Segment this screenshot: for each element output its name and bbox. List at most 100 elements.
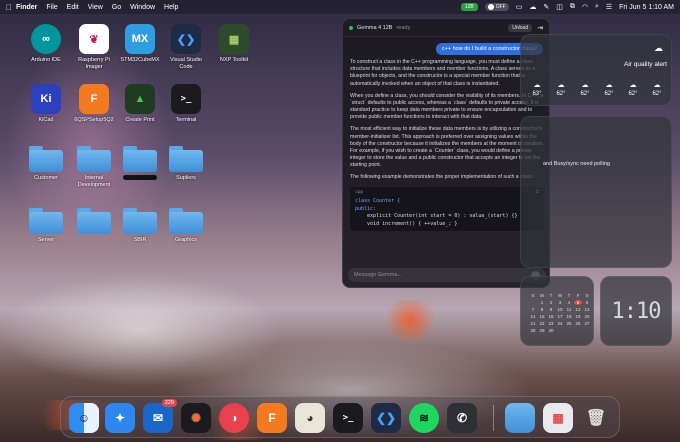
calendar-day[interactable]: 30 xyxy=(547,328,555,333)
folder-icon xyxy=(77,208,111,234)
menu-view[interactable]: View xyxy=(88,4,103,11)
dock-perplexity[interactable]: ✺ xyxy=(181,403,211,433)
desktop-icon-arduino[interactable]: ∞ Arduino IDE xyxy=(24,24,68,64)
calendar-day[interactable]: 1 xyxy=(538,300,546,305)
calendar-day[interactable] xyxy=(556,328,564,333)
menu-help[interactable]: Help xyxy=(164,4,178,11)
dock-phone[interactable]: ✆ xyxy=(447,403,477,433)
folder-graphics[interactable]: Graphics xyxy=(164,208,208,244)
display-icon[interactable]: ⧉ xyxy=(570,3,575,11)
calendar-day[interactable]: 20 xyxy=(583,314,591,319)
calendar-day[interactable]: 4 xyxy=(565,300,573,305)
dock-spotify[interactable]: ≋ xyxy=(409,403,439,433)
status-dot xyxy=(349,25,353,30)
menu-window[interactable]: Window xyxy=(130,4,155,11)
calendar-day[interactable]: 11 xyxy=(565,307,573,312)
dock-vscode[interactable]: ❮❯ xyxy=(371,403,401,433)
cloud-icon[interactable]: ☁ xyxy=(529,3,536,11)
calendar-day[interactable]: 17 xyxy=(556,314,564,319)
desktop-icon-raspberry[interactable]: ❦ Raspberry Pi Imager xyxy=(72,24,116,70)
calendar-day[interactable]: 21 xyxy=(529,321,537,326)
model-name[interactable]: Gemma 4 12B xyxy=(357,25,392,31)
calendar-day[interactable]: 10 xyxy=(556,307,564,312)
calendar-day[interactable]: 19 xyxy=(574,314,582,319)
calendar-day[interactable]: 16 xyxy=(547,314,555,319)
calendar-day[interactable]: 26 xyxy=(574,321,582,326)
calendar-day[interactable]: 2 xyxy=(547,300,555,305)
folder-redacted-2[interactable] xyxy=(72,208,116,237)
menu-go[interactable]: Go xyxy=(112,4,121,11)
folder-customer[interactable]: Customer xyxy=(24,146,68,182)
calendar-day[interactable] xyxy=(574,328,582,333)
dock-terminal[interactable]: >_ xyxy=(333,403,363,433)
dock-trash[interactable]: 🗑 xyxy=(581,403,611,433)
search-icon[interactable]: ⌕ xyxy=(595,3,599,11)
reminders-widget[interactable]: and Busy/sync need polling xyxy=(520,116,672,268)
desktop-icon-fusion-setup[interactable]: F 6QSPSetup5Q2 xyxy=(72,84,116,124)
calendar-day[interactable]: 29 xyxy=(538,328,546,333)
folder-sbir[interactable]: SBIR xyxy=(118,208,162,244)
wifi-icon[interactable]: ◠ xyxy=(582,3,588,11)
code-line: void increment() { ++value_; } xyxy=(355,220,458,227)
weather-widget[interactable]: ☁ Air quality alert ☁ 63° ☁ 62° ☁ 62° ☁ 62° … xyxy=(520,34,672,106)
calendar-day[interactable]: 15 xyxy=(538,314,546,319)
model-size-badge[interactable]: 12B xyxy=(460,3,478,11)
calendar-day[interactable]: 27 xyxy=(583,321,591,326)
calendar-day[interactable]: 18 xyxy=(565,314,573,319)
dock-folder[interactable] xyxy=(505,403,535,433)
dock-pixelmator[interactable]: ◑ xyxy=(219,403,249,433)
exit-icon[interactable]: ⇥ xyxy=(537,24,543,32)
menu-app-finder[interactable]: Finder xyxy=(16,4,37,11)
window-icon[interactable]: ◫ xyxy=(556,3,563,11)
calendar-day[interactable]: 25 xyxy=(565,321,573,326)
calendar-day[interactable]: 23 xyxy=(547,321,555,326)
apple-icon[interactable]:  xyxy=(6,3,16,12)
folder-internal-development[interactable]: Internal Development xyxy=(72,146,116,188)
message-input[interactable]: Message Gemma... xyxy=(348,268,546,282)
folder-redacted[interactable] xyxy=(118,146,162,183)
desktop-icon-label: KiCad xyxy=(38,117,54,123)
calendar-day[interactable]: 8 xyxy=(538,307,546,312)
calendar-day[interactable] xyxy=(529,300,537,305)
unload-button[interactable]: Unload xyxy=(508,23,533,32)
desktop-icon-terminal[interactable]: >_ Terminal xyxy=(164,84,208,124)
calendar-day[interactable] xyxy=(565,328,573,333)
calendar-day[interactable]: 6 xyxy=(583,300,591,305)
dock-safari[interactable]: ✦ xyxy=(105,403,135,433)
desktop-icon-nxp[interactable]: ▦ NXP Toolkit xyxy=(212,24,256,64)
desktop-icon-kicad[interactable]: Ki KiCad xyxy=(24,84,68,124)
calendar-day[interactable]: 13 xyxy=(583,307,591,312)
calendar-day[interactable]: 7 xyxy=(529,307,537,312)
control-center-icon[interactable]: ☰ xyxy=(606,3,612,11)
screen-icon[interactable]: ▭ xyxy=(516,3,523,11)
calendar-day[interactable]: 14 xyxy=(529,314,537,319)
desktop-icon-create-print[interactable]: ▲ Create Print xyxy=(118,84,162,124)
code-line: public: xyxy=(355,205,377,212)
calendar-day[interactable]: 9 xyxy=(547,307,555,312)
calendar-day[interactable]: 5 xyxy=(574,300,582,305)
dock-launchpad[interactable]: ▦ xyxy=(543,403,573,433)
calendar-widget[interactable]: S M T W T F S 1 2 3 4 5 6 7 8 9 10 11 12 13 14 15 16 17 18 19 20 21… xyxy=(520,276,594,346)
menu-clock[interactable]: Fri Jun 5 1:10 AM xyxy=(619,4,674,11)
calendar-day[interactable]: 22 xyxy=(538,321,546,326)
desktop-icon-vscode[interactable]: ❮❯ Visual Studio Code xyxy=(164,24,208,70)
dock-outlook[interactable]: ✉ 229 xyxy=(143,399,177,433)
calendar-day[interactable]: 3 xyxy=(556,300,564,305)
finder-icon: ☺ xyxy=(77,411,91,425)
status-toggle[interactable]: OFF xyxy=(484,3,509,11)
calendar-day[interactable] xyxy=(583,328,591,333)
clock-widget[interactable]: 1:10 xyxy=(600,276,672,346)
menu-file[interactable]: File xyxy=(46,4,57,11)
desktop-icon-stm32[interactable]: MX STM32CubeMX xyxy=(118,24,162,64)
reply-paragraph: To construct a class in the C++ programm… xyxy=(350,59,536,87)
dock-capture[interactable]: ◕ xyxy=(295,403,325,433)
folder-server[interactable]: Server xyxy=(24,208,68,244)
calendar-day[interactable]: 12 xyxy=(574,307,582,312)
folder-supliers[interactable]: Supliers xyxy=(164,146,208,182)
calendar-day[interactable]: 28 xyxy=(529,328,537,333)
pen-icon[interactable]: ✎ xyxy=(543,3,549,11)
dock-fusion[interactable]: F xyxy=(257,403,287,433)
menu-edit[interactable]: Edit xyxy=(67,4,79,11)
dock-finder[interactable]: ☺ xyxy=(69,403,99,433)
calendar-day[interactable]: 24 xyxy=(556,321,564,326)
